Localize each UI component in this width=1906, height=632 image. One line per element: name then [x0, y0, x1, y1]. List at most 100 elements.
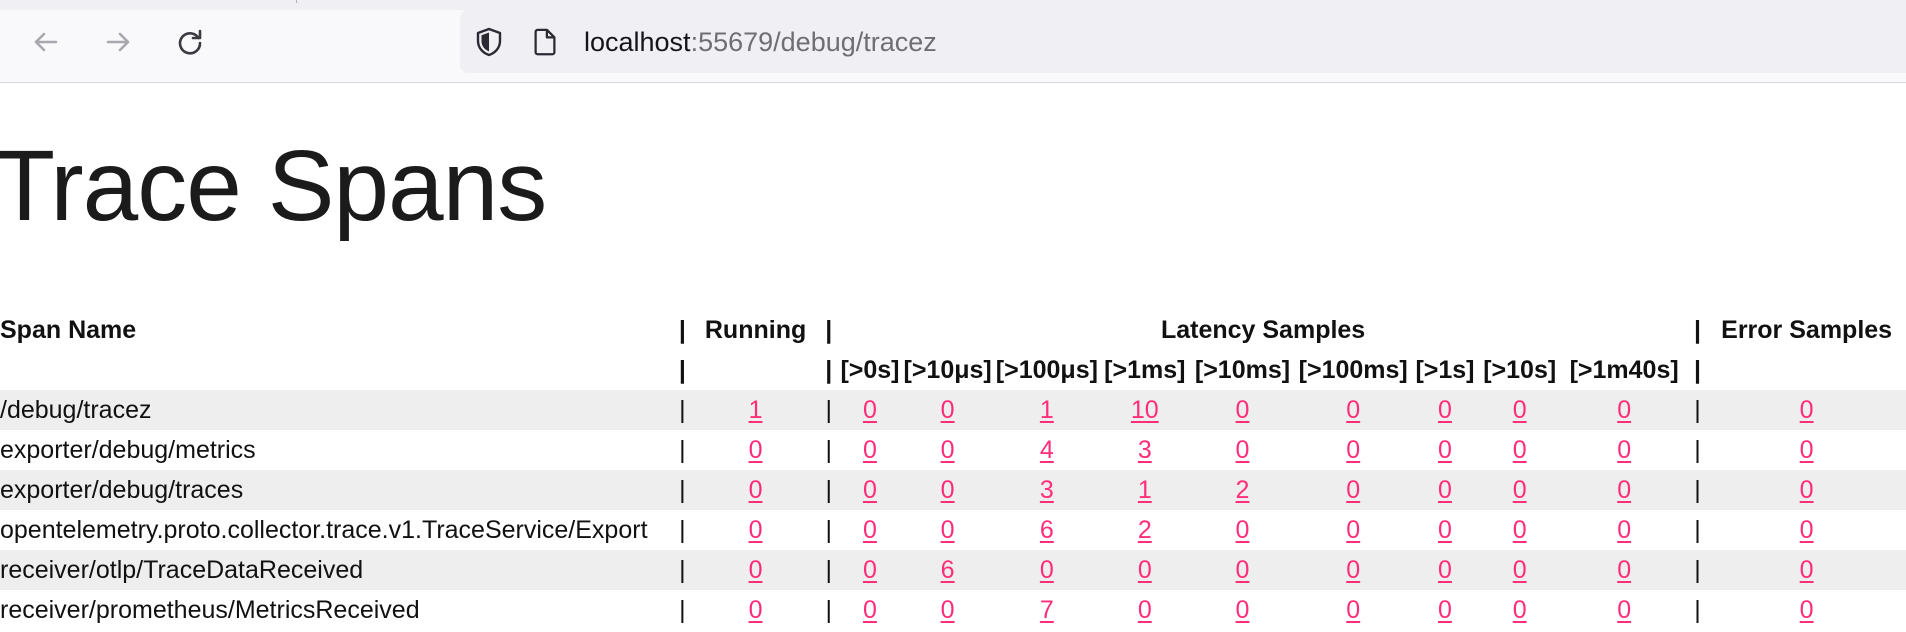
error-count-cell: 0 — [1707, 390, 1906, 430]
latency-count-link[interactable]: 0 — [1513, 476, 1527, 504]
error-count-link[interactable]: 0 — [1800, 596, 1814, 624]
latency-count-link[interactable]: 0 — [1236, 436, 1250, 464]
latency-count-link[interactable]: 1 — [1138, 476, 1152, 504]
latency-count-link[interactable]: 1 — [1040, 396, 1054, 424]
shield-icon[interactable] — [472, 25, 506, 59]
latency-count-link[interactable]: 0 — [1138, 596, 1152, 624]
url-text[interactable]: localhost:55679/debug/tracez — [584, 27, 937, 57]
latency-count-link[interactable]: 0 — [1617, 396, 1631, 424]
latency-count-link[interactable]: 0 — [863, 396, 877, 424]
latency-count-link[interactable]: 0 — [1438, 556, 1452, 584]
latency-count-link[interactable]: 0 — [1617, 476, 1631, 504]
latency-count-link[interactable]: 0 — [1346, 516, 1360, 544]
latency-count-link[interactable]: 0 — [1438, 436, 1452, 464]
column-separator: | — [672, 430, 693, 470]
latency-count-link[interactable]: 0 — [1617, 436, 1631, 464]
latency-count-link[interactable]: 0 — [863, 556, 877, 584]
latency-count-link[interactable]: 0 — [941, 476, 955, 504]
latency-count-link[interactable]: 0 — [1438, 596, 1452, 624]
latency-count-link[interactable]: 0 — [863, 516, 877, 544]
latency-count-link[interactable]: 0 — [1617, 516, 1631, 544]
running-count-link[interactable]: 0 — [749, 556, 763, 584]
latency-count-link[interactable]: 0 — [1346, 396, 1360, 424]
latency-count-link[interactable]: 0 — [863, 476, 877, 504]
latency-count-cell: 0 — [1478, 430, 1561, 470]
latency-count-cell: 0 — [1411, 590, 1479, 630]
latency-count-link[interactable]: 0 — [941, 436, 955, 464]
latency-count-link[interactable]: 0 — [1346, 556, 1360, 584]
latency-count-link[interactable]: 0 — [1617, 556, 1631, 584]
running-count-cell: 0 — [692, 430, 819, 470]
latency-bucket-header: [>10ms] — [1194, 355, 1291, 384]
latency-count-link[interactable]: 0 — [1513, 516, 1527, 544]
latency-count-link[interactable]: 0 — [1513, 556, 1527, 584]
latency-count-link[interactable]: 0 — [1513, 396, 1527, 424]
latency-count-link[interactable]: 7 — [1040, 596, 1054, 624]
latency-count-link[interactable]: 0 — [1438, 476, 1452, 504]
running-count-cell: 0 — [692, 550, 819, 590]
latency-count-link[interactable]: 4 — [1040, 436, 1054, 464]
span-name: receiver/prometheus/MetricsReceived — [0, 590, 673, 630]
latency-count-link[interactable]: 0 — [863, 436, 877, 464]
latency-count-link[interactable]: 0 — [1236, 396, 1250, 424]
latency-count-link[interactable]: 0 — [941, 516, 955, 544]
latency-count-link[interactable]: 2 — [1236, 476, 1250, 504]
url-bar[interactable]: localhost:55679/debug/tracez — [460, 10, 1906, 73]
latency-count-link[interactable]: 0 — [1346, 476, 1360, 504]
column-separator: | — [672, 510, 693, 550]
latency-count-link[interactable]: 0 — [1438, 516, 1452, 544]
running-count-link[interactable]: 0 — [749, 476, 763, 504]
error-count-link[interactable]: 0 — [1800, 516, 1814, 544]
latency-count-link[interactable]: 0 — [1138, 556, 1152, 584]
latency-count-link[interactable]: 3 — [1040, 476, 1054, 504]
latency-count-link[interactable]: 0 — [863, 596, 877, 624]
running-count-link[interactable]: 1 — [749, 396, 763, 424]
latency-count-link[interactable]: 3 — [1138, 436, 1152, 464]
latency-count-cell: 0 — [1189, 510, 1296, 550]
latency-count-link[interactable]: 0 — [1513, 596, 1527, 624]
column-separator: | — [672, 550, 693, 590]
latency-count-link[interactable]: 2 — [1138, 516, 1152, 544]
latency-count-link[interactable]: 0 — [1346, 596, 1360, 624]
latency-count-link[interactable]: 0 — [1513, 436, 1527, 464]
latency-count-cell: 0 — [1099, 550, 1190, 590]
latency-count-cell: 4 — [993, 430, 1100, 470]
latency-count-link[interactable]: 0 — [1617, 596, 1631, 624]
latency-count-link[interactable]: 6 — [1040, 516, 1054, 544]
column-separator: | — [818, 550, 839, 590]
latency-count-link[interactable]: 0 — [1040, 556, 1054, 584]
latency-count-link[interactable]: 0 — [941, 396, 955, 424]
error-count-link[interactable]: 0 — [1800, 396, 1814, 424]
back-button[interactable] — [26, 22, 66, 62]
empty-header-cell — [0, 350, 673, 390]
span-name: receiver/otlp/TraceDataReceived — [0, 550, 673, 590]
latency-count-link[interactable]: 0 — [1236, 556, 1250, 584]
browser-toolbar: localhost:55679/debug/tracez — [0, 0, 1906, 83]
table-row: receiver/otlp/TraceDataReceived | 0 | 0 6 0 0 0 0… — [0, 550, 1906, 590]
latency-count-cell: 0 — [901, 470, 994, 510]
column-separator: | — [672, 590, 693, 630]
latency-count-cell: 2 — [1189, 470, 1296, 510]
error-count-link[interactable]: 0 — [1800, 436, 1814, 464]
latency-count-link[interactable]: 0 — [941, 596, 955, 624]
latency-count-cell: 0 — [1560, 470, 1688, 510]
reload-button[interactable] — [170, 22, 210, 62]
error-count-link[interactable]: 0 — [1800, 556, 1814, 584]
running-count-link[interactable]: 0 — [749, 596, 763, 624]
latency-count-link[interactable]: 0 — [1346, 436, 1360, 464]
error-count-cell: 0 — [1707, 470, 1906, 510]
latency-count-link[interactable]: 0 — [1438, 396, 1452, 424]
latency-count-link[interactable]: 0 — [1236, 596, 1250, 624]
latency-count-cell: 0 — [1478, 590, 1561, 630]
running-count-link[interactable]: 0 — [749, 436, 763, 464]
forward-button[interactable] — [98, 22, 138, 62]
page-icon[interactable] — [528, 25, 562, 59]
column-separator: | — [1687, 510, 1708, 550]
running-count-link[interactable]: 0 — [749, 516, 763, 544]
latency-count-link[interactable]: 0 — [1236, 516, 1250, 544]
bucket-header-row: | | [>0s] [>10μs] [>100μs] [>1ms] [>10ms… — [0, 350, 1906, 390]
error-count-link[interactable]: 0 — [1800, 476, 1814, 504]
column-separator: | — [1687, 550, 1708, 590]
latency-count-link[interactable]: 6 — [941, 556, 955, 584]
latency-count-link[interactable]: 10 — [1131, 396, 1159, 424]
